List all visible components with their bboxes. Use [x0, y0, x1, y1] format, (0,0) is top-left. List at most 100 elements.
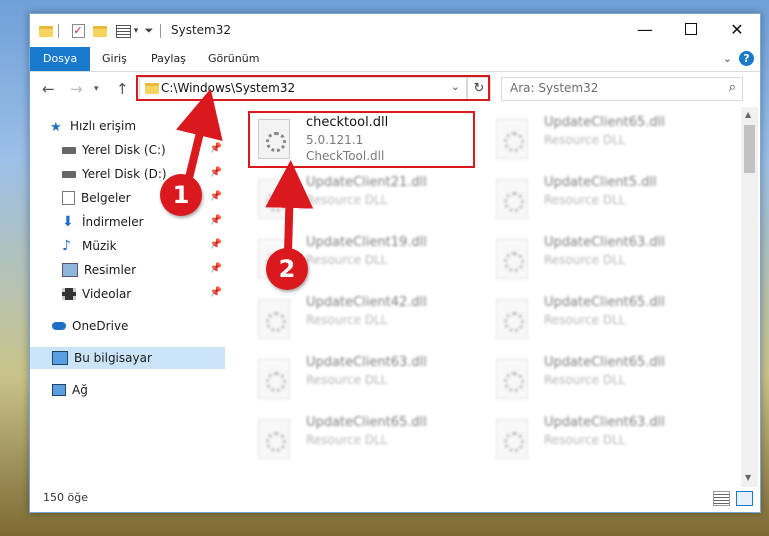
file-description: Resource DLL [544, 433, 626, 447]
gear-icon [504, 192, 524, 212]
pin-icon[interactable]: 📌 [210, 167, 222, 178]
computer-icon [52, 351, 68, 365]
gear-icon [266, 432, 286, 452]
file-item[interactable]: UpdateClient63.dll Resource DLL [490, 233, 710, 289]
up-arrow-icon[interactable]: ↑ [116, 80, 129, 98]
sidebar-item-onedrive[interactable]: OneDrive [52, 315, 225, 337]
details-view-icon[interactable] [713, 491, 730, 506]
sidebar-item-quick-access[interactable]: ★ Hızlı erişim [50, 115, 245, 137]
divider [160, 24, 161, 38]
tab-dosya[interactable]: Dosya [30, 47, 91, 71]
title-bar: ✓ ▾ ⏷ System32 — ✕ [30, 14, 760, 47]
explorer-window: ✓ ▾ ⏷ System32 — ✕ Dosya Giriş Paylaş Gö… [29, 13, 761, 513]
dll-file-icon [258, 419, 290, 459]
sidebar-item-videos[interactable]: Videolar 📌 [62, 283, 225, 305]
file-item[interactable]: UpdateClient65.dll Resource DLL [490, 293, 710, 349]
sidebar-item-downloads[interactable]: ⬇ İndirmeler 📌 [62, 211, 225, 233]
sidebar-item-pictures[interactable]: Resimler 📌 [62, 259, 225, 281]
file-item[interactable]: UpdateClient42.dll Resource DLL [252, 293, 472, 349]
sidebar-item-music[interactable]: ♪ Müzik 📌 [62, 235, 225, 257]
sidebar-item-label: Müzik [82, 239, 117, 253]
file-description: Resource DLL [306, 253, 388, 267]
gear-icon [266, 312, 286, 332]
file-description: Resource DLL [306, 313, 388, 327]
ribbon: Dosya Giriş Paylaş Görünüm ⌄ ? [30, 47, 760, 72]
address-highlight-box [136, 75, 490, 101]
close-button[interactable]: ✕ [714, 14, 760, 44]
file-name: UpdateClient65.dll [544, 295, 665, 310]
file-name: UpdateClient63.dll [306, 355, 427, 370]
new-folder-icon[interactable] [92, 22, 108, 40]
navigation-bar: ← → ▾ ↑ C:\Windows\System32 ⌄ ↻ Ara: Sys… [30, 72, 760, 106]
file-item[interactable]: UpdateClient65.dll Resource DLL [252, 413, 472, 467]
dll-file-icon [496, 239, 528, 279]
window-title: System32 [171, 23, 232, 37]
pin-icon[interactable]: 📌 [210, 263, 222, 274]
maximize-button[interactable] [668, 14, 714, 44]
step-marker-2: 2 [266, 248, 308, 290]
search-placeholder: Ara: System32 [510, 81, 599, 95]
dll-file-icon [496, 119, 528, 159]
scrollbar-thumb[interactable] [744, 125, 755, 173]
dll-file-icon [496, 419, 528, 459]
document-icon [62, 191, 75, 205]
pin-icon[interactable]: 📌 [210, 191, 222, 202]
properties-check-icon[interactable]: ✓ [70, 22, 86, 40]
file-item[interactable]: UpdateClient65.dll Resource DLL [490, 353, 710, 409]
sidebar-item-label: Hızlı erişim [70, 119, 137, 133]
sidebar-item-label: Yerel Disk (D:) [82, 167, 167, 181]
search-icon: ⌕ [728, 80, 736, 95]
pin-icon[interactable]: 📌 [210, 143, 222, 154]
large-icons-view-icon[interactable] [736, 491, 753, 506]
sidebar-item-label: Bu bilgisayar [74, 351, 152, 365]
file-item[interactable]: UpdateClient65.dll Resource DLL [490, 113, 710, 169]
file-highlight-box [248, 111, 475, 168]
minimize-button[interactable]: — [622, 14, 668, 44]
file-item[interactable]: UpdateClient63.dll Resource DLL [490, 413, 710, 467]
tab-giris[interactable]: Giriş [102, 47, 127, 71]
sidebar-item-disk-c[interactable]: Yerel Disk (C:) 📌 [62, 139, 225, 161]
search-input[interactable]: Ara: System32 ⌕ [501, 77, 743, 101]
recent-locations-icon[interactable]: ▾ [94, 84, 99, 94]
status-bar: 150 öğe [30, 488, 760, 510]
scroll-up-icon[interactable]: ▲ [745, 110, 751, 119]
help-icon[interactable]: ? [739, 51, 754, 66]
sidebar-item-this-pc[interactable]: Bu bilgisayar [30, 347, 225, 369]
ribbon-expand-icon[interactable]: ⌄ [723, 52, 732, 65]
file-name: UpdateClient65.dll [544, 115, 665, 130]
file-description: Resource DLL [544, 253, 626, 267]
gear-icon [504, 372, 524, 392]
pin-icon[interactable]: 📌 [210, 215, 222, 226]
divider [58, 24, 59, 38]
customize-toolbar-icon[interactable]: ⏷ [141, 22, 157, 40]
music-note-icon: ♪ [62, 238, 71, 254]
step-marker-1: 1 [160, 174, 202, 216]
file-description: Resource DLL [306, 433, 388, 447]
film-icon [62, 288, 76, 300]
tab-paylas[interactable]: Paylaş [151, 47, 186, 71]
file-item[interactable]: UpdateClient63.dll Resource DLL [252, 353, 472, 409]
scroll-down-icon[interactable]: ▼ [745, 473, 751, 482]
file-name: UpdateClient63.dll [544, 235, 665, 250]
file-name: UpdateClient19.dll [306, 235, 427, 250]
dll-file-icon [496, 299, 528, 339]
pin-icon[interactable]: 📌 [210, 239, 222, 250]
tab-gorunum[interactable]: Görünüm [208, 47, 259, 71]
folder-icon [38, 22, 54, 40]
sidebar-item-network[interactable]: Ağ [52, 379, 225, 401]
pin-icon[interactable]: 📌 [210, 287, 222, 298]
file-item[interactable]: UpdateClient5.dll Resource DLL [490, 173, 710, 229]
sidebar-item-label: Resimler [84, 263, 137, 277]
vertical-scrollbar[interactable]: ▲ ▼ [741, 107, 758, 487]
download-arrow-icon: ⬇ [62, 214, 74, 230]
dll-file-icon [258, 299, 290, 339]
back-arrow-icon[interactable]: ← [42, 80, 55, 98]
item-count: 150 öğe [43, 491, 88, 504]
file-name: UpdateClient63.dll [544, 415, 665, 430]
cloud-icon [52, 322, 66, 330]
sidebar-item-disk-d[interactable]: Yerel Disk (D:) 📌 [62, 163, 225, 185]
file-name: UpdateClient21.dll [306, 175, 427, 190]
forward-arrow-icon[interactable]: → [70, 80, 83, 98]
file-item[interactable]: UpdateClient21.dll Resource DLL [252, 173, 472, 229]
file-description: Resource DLL [306, 193, 388, 207]
